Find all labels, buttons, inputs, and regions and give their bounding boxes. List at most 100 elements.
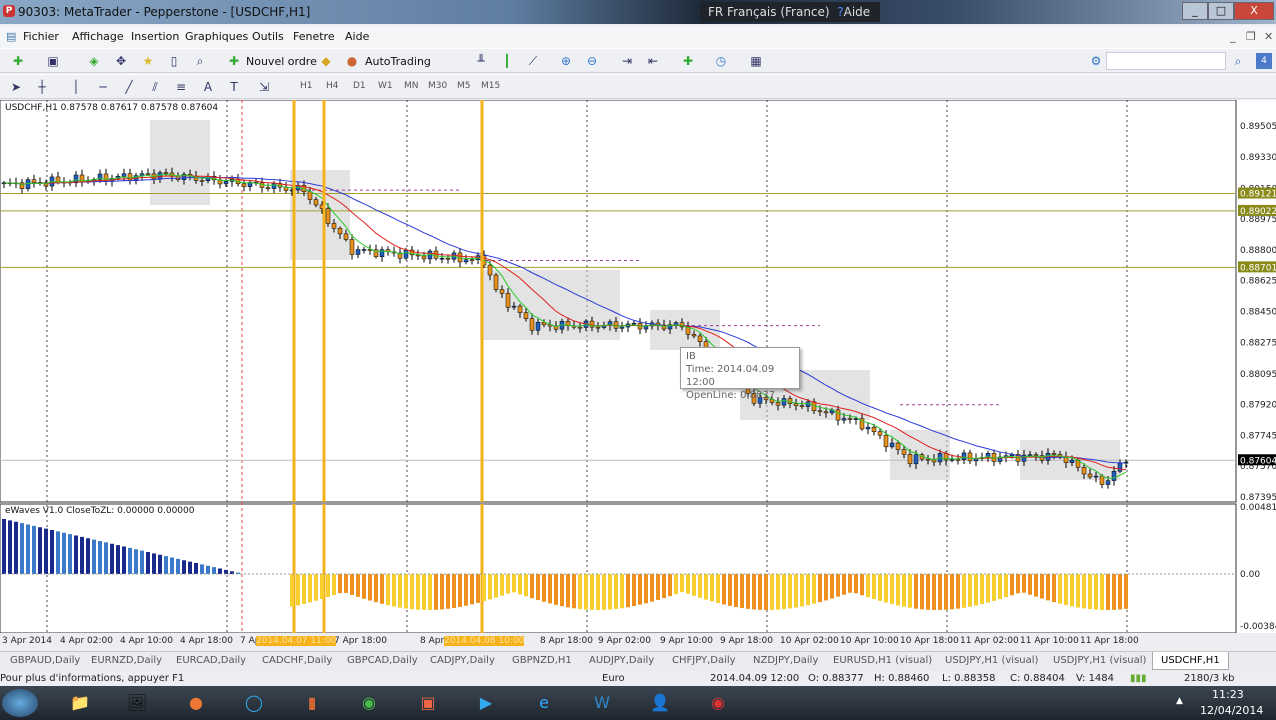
- remote-icon[interactable]: 👤: [638, 689, 682, 717]
- strategy-tester-icon[interactable]: ⌕: [192, 53, 208, 69]
- trendline-icon[interactable]: ╱: [121, 79, 137, 95]
- channel-icon[interactable]: ⫽: [147, 79, 163, 95]
- menu-outils[interactable]: Outils: [252, 30, 284, 43]
- autotrading-button[interactable]: AutoTrading: [365, 55, 431, 68]
- chart-tab[interactable]: EURCAD,Daily: [176, 655, 246, 666]
- histogram-bar: [968, 574, 972, 607]
- histogram-bar: [308, 574, 312, 603]
- internet-explorer-icon[interactable]: e: [522, 689, 566, 717]
- help-label[interactable]: Aide: [844, 5, 871, 19]
- recorder-icon[interactable]: ◉: [696, 689, 740, 717]
- chart-tab[interactable]: GBPCAD,Daily: [347, 655, 418, 666]
- timeframe-m15[interactable]: M15: [481, 81, 500, 91]
- chart-tab[interactable]: USDJPY,H1 (visual): [945, 655, 1038, 666]
- tray-expand-icon[interactable]: ▲: [1176, 696, 1183, 706]
- crosshair-icon[interactable]: ┼: [34, 79, 50, 95]
- chart-tab[interactable]: EURNZD,Daily: [91, 655, 162, 666]
- timeframe-w1[interactable]: W1: [378, 81, 393, 91]
- zoom-in-icon[interactable]: ⊕: [558, 53, 574, 69]
- minimize-button[interactable]: _: [1182, 2, 1208, 20]
- explorer-icon[interactable]: 📁: [58, 689, 102, 717]
- metaeditor-icon[interactable]: ◆: [318, 53, 334, 69]
- chart-tab[interactable]: USDCHF,H1: [1152, 652, 1229, 670]
- horizontal-line-icon[interactable]: ─: [95, 79, 111, 95]
- navigator-icon[interactable]: ★: [140, 53, 156, 69]
- histogram-bar: [638, 574, 642, 605]
- start-button[interactable]: [2, 689, 38, 717]
- powerpoint-icon[interactable]: ▣: [406, 689, 450, 717]
- market-watch-icon[interactable]: ◈: [86, 53, 102, 69]
- chart-shift-icon[interactable]: ⇤: [645, 53, 661, 69]
- language-bar[interactable]: FR Français (France) ?Aide: [700, 2, 880, 22]
- auto-scroll-icon[interactable]: ⇥: [619, 53, 635, 69]
- zoom-out-icon[interactable]: ⊖: [584, 53, 600, 69]
- chart-window[interactable]: 0.895050.893300.891500.889750.888000.886…: [0, 99, 1276, 634]
- fibonacci-icon[interactable]: ≡: [173, 79, 189, 95]
- histogram-bar: [530, 574, 534, 599]
- candlestick-chart-icon[interactable]: ┃: [499, 53, 515, 69]
- histogram-bar: [740, 574, 744, 609]
- photos-icon[interactable]: 🖼: [115, 689, 159, 717]
- candle: [361, 249, 367, 251]
- chart-tab[interactable]: GBPNZD,H1: [512, 655, 572, 666]
- timeframe-m5[interactable]: M5: [457, 81, 471, 91]
- media-player-icon[interactable]: ▶: [464, 689, 508, 717]
- search-icon[interactable]: ⌕: [1230, 53, 1246, 69]
- notifications-icon[interactable]: 4: [1256, 53, 1272, 69]
- menu-aide[interactable]: Aide: [345, 30, 369, 43]
- chart-tab[interactable]: CADJPY,Daily: [430, 655, 495, 666]
- menu-insertion[interactable]: Insertion: [131, 30, 179, 43]
- timeframe-h4[interactable]: H4: [326, 81, 339, 91]
- price-tick: 0.88450: [1240, 308, 1276, 318]
- price-chart[interactable]: 0.895050.893300.891500.889750.888000.886…: [0, 99, 1276, 634]
- search-input[interactable]: [1106, 52, 1226, 70]
- cursor-icon[interactable]: ➤: [8, 79, 24, 95]
- new-order-button[interactable]: Nouvel ordre: [246, 55, 317, 68]
- timeframe-m30[interactable]: M30: [428, 81, 447, 91]
- timeframe-d1[interactable]: D1: [353, 81, 366, 91]
- data-window-icon[interactable]: ✥: [113, 53, 129, 69]
- menu-fenetre[interactable]: Fenetre: [293, 30, 335, 43]
- candle: [529, 318, 535, 331]
- sync-icon[interactable]: ◯: [232, 689, 276, 717]
- indicators-icon[interactable]: ✚: [680, 53, 696, 69]
- mdi-minimize-button[interactable]: _: [1230, 30, 1236, 43]
- mdi-restore-button[interactable]: ❐: [1246, 30, 1256, 43]
- arrows-icon[interactable]: ⇲: [256, 79, 272, 95]
- maximize-button[interactable]: □: [1208, 2, 1234, 20]
- candle: [967, 452, 973, 462]
- vertical-line-icon[interactable]: │: [68, 79, 84, 95]
- periods-icon[interactable]: ◷: [713, 53, 729, 69]
- menu-fichier[interactable]: Fichier: [23, 30, 59, 43]
- mdi-close-button[interactable]: ✕: [1264, 30, 1273, 43]
- chart-tab[interactable]: CHFJPY,Daily: [672, 655, 736, 666]
- terminal-icon[interactable]: ▯: [166, 53, 182, 69]
- close-button[interactable]: X: [1234, 2, 1274, 20]
- firefox-icon[interactable]: ●: [174, 689, 218, 717]
- new-chart-icon[interactable]: ✚: [10, 53, 26, 69]
- menu-graphiques[interactable]: Graphiques: [185, 30, 248, 43]
- chart-tab[interactable]: USDJPY,H1 (visual): [1053, 655, 1146, 666]
- document-icon: ▤: [6, 30, 17, 43]
- menu-affichage[interactable]: Affichage: [72, 30, 124, 43]
- chart-tab[interactable]: CADCHF,Daily: [262, 655, 332, 666]
- chrome-icon[interactable]: ◉: [347, 689, 391, 717]
- range-box: [150, 120, 210, 205]
- candle: [793, 403, 799, 406]
- title-bar: P 90303: MetaTrader - Pepperstone - [USD…: [0, 0, 1276, 24]
- chart-tab[interactable]: AUDJPY,Daily: [589, 655, 654, 666]
- word-icon[interactable]: W: [580, 689, 624, 717]
- media-icon[interactable]: ▮: [290, 689, 334, 717]
- timeframe-h1[interactable]: H1: [300, 81, 313, 91]
- settings-gear-icon[interactable]: ⚙: [1088, 53, 1104, 69]
- text-label-icon[interactable]: T: [226, 79, 242, 95]
- chart-tab[interactable]: EURUSD,H1 (visual): [833, 655, 932, 666]
- text-tool[interactable]: A: [200, 79, 216, 95]
- bar-chart-icon[interactable]: ╨: [473, 53, 489, 69]
- chart-tab[interactable]: NZDJPY,Daily: [753, 655, 818, 666]
- profiles-icon[interactable]: ▣: [45, 53, 61, 69]
- timeframe-mn[interactable]: MN: [404, 81, 419, 91]
- templates-icon[interactable]: ▦: [748, 53, 764, 69]
- line-chart-icon[interactable]: ⟋: [525, 53, 541, 69]
- chart-tab[interactable]: GBPAUD,Daily: [10, 655, 80, 666]
